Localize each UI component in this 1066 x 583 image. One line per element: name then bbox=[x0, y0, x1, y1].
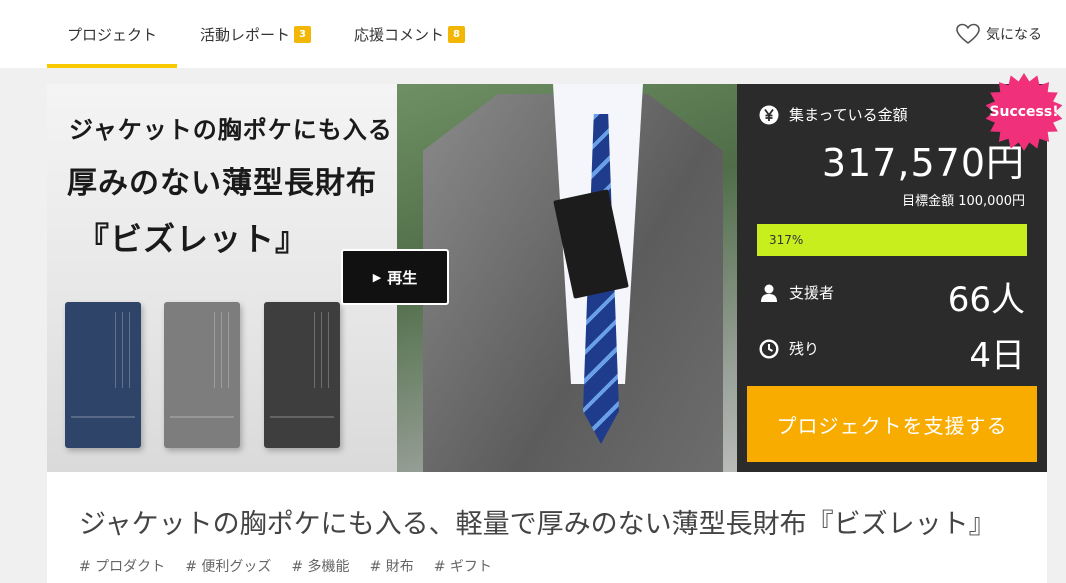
play-video-button[interactable]: ▶ 再生 bbox=[341, 249, 449, 305]
remaining-label: 残り bbox=[789, 340, 820, 358]
backers-label: 支援者 bbox=[789, 284, 835, 302]
wallet-gray bbox=[164, 302, 240, 448]
support-project-button[interactable]: プロジェクトを支援する bbox=[747, 386, 1037, 462]
comment-count-badge: 8 bbox=[448, 25, 466, 43]
tab-report-label: 活動レポート bbox=[200, 25, 291, 44]
favorite-button[interactable]: 気になる bbox=[956, 0, 1042, 68]
yen-icon bbox=[759, 105, 779, 124]
report-count-badge: 3 bbox=[294, 25, 312, 43]
play-icon: ▶ bbox=[372, 270, 382, 284]
tag-item[interactable]: # 多機能 bbox=[291, 556, 349, 576]
project-title: ジャケットの胸ポケにも入る、軽量で厚みのない薄型長財布『ビズレット』 bbox=[79, 509, 996, 540]
clock-icon bbox=[759, 338, 779, 359]
funding-progress-bar: 317% bbox=[757, 224, 1027, 256]
backers-row: 支援者 bbox=[759, 282, 834, 303]
tab-activity-report[interactable]: 活動レポート 3 bbox=[200, 0, 312, 68]
project-hero-image: ジャケットの胸ポケにも入る 厚みのない薄型長財布 『ビズレット』 ▶ 再生 bbox=[47, 84, 737, 472]
tag-item[interactable]: # 便利グッズ bbox=[185, 556, 271, 576]
person-icon bbox=[761, 284, 777, 302]
remaining-row: 残り bbox=[759, 338, 819, 359]
raised-label-row: 集まっている金額 bbox=[759, 104, 908, 125]
success-badge: Success! bbox=[984, 72, 1064, 152]
hero-copy-line3: 『ビズレット』 bbox=[77, 220, 309, 258]
suit-figure bbox=[403, 84, 737, 472]
goal-amount: 目標金額 100,000円 bbox=[902, 194, 1025, 209]
tab-support-comments[interactable]: 応援コメント 8 bbox=[354, 0, 466, 68]
heart-icon bbox=[956, 23, 980, 45]
tab-project-label: プロジェクト bbox=[66, 25, 157, 44]
play-label: 再生 bbox=[387, 268, 418, 287]
progress-fill: 317% bbox=[757, 224, 1027, 256]
project-title-section: ジャケットの胸ポケにも入る、軽量で厚みのない薄型長財布『ビズレット』 # プロダ… bbox=[47, 472, 1047, 583]
raised-label: 集まっている金額 bbox=[789, 106, 908, 124]
progress-percent: 317% bbox=[769, 233, 804, 247]
tag-item[interactable]: # ギフト bbox=[434, 556, 492, 576]
success-badge-label: Success! bbox=[989, 104, 1059, 120]
tag-item[interactable]: # プロダクト bbox=[79, 556, 165, 576]
wallet-black bbox=[264, 302, 340, 448]
tab-project[interactable]: プロジェクト bbox=[47, 0, 177, 68]
tag-item[interactable]: # 財布 bbox=[370, 556, 414, 576]
tab-comment-label: 応援コメント bbox=[354, 25, 445, 44]
remaining-value: 4日 bbox=[969, 336, 1025, 376]
wallet-navy bbox=[65, 302, 141, 448]
favorite-label: 気になる bbox=[986, 27, 1042, 43]
backers-value: 66人 bbox=[947, 280, 1025, 320]
project-tags: # プロダクト # 便利グッズ # 多機能 # 財布 # ギフト bbox=[79, 556, 492, 576]
hero-copy-line2: 厚みのない薄型長財布 bbox=[67, 166, 377, 201]
project-tabbar: プロジェクト 活動レポート 3 応援コメント 8 気になる bbox=[0, 0, 1066, 68]
hero-copy-line1: ジャケットの胸ポケにも入る bbox=[69, 116, 393, 144]
